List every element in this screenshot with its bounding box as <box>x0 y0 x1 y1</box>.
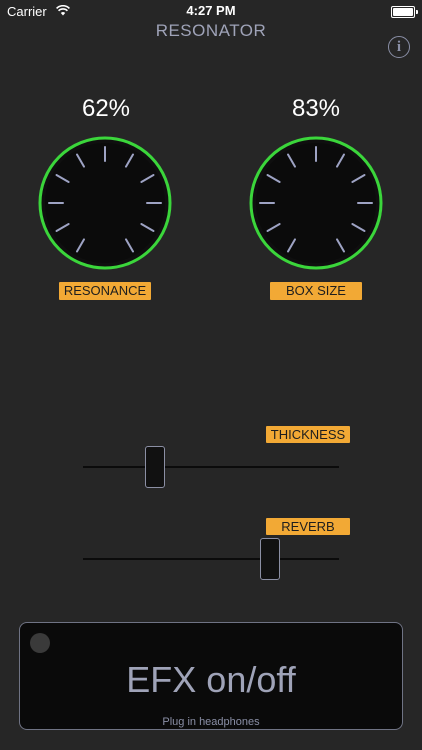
status-bar: Carrier 4:27 PM <box>0 0 422 22</box>
efx-label: EFX on/off <box>126 659 296 700</box>
thickness-slider-track[interactable] <box>83 466 339 468</box>
resonance-label: RESONANCE <box>59 282 151 300</box>
box-size-label: BOX SIZE <box>270 282 362 300</box>
box-size-value: 83% <box>291 95 341 122</box>
resonance-value: 62% <box>81 95 131 122</box>
efx-status-indicator <box>30 633 50 653</box>
app-title: RESONATOR <box>155 21 267 40</box>
reverb-slider-track[interactable] <box>83 558 339 560</box>
info-button[interactable]: i <box>388 36 410 58</box>
resonance-knob[interactable] <box>37 135 173 271</box>
reverb-slider-thumb[interactable] <box>259 538 280 580</box>
box-size-knob[interactable] <box>248 135 384 271</box>
thickness-label: THICKNESS <box>266 426 350 443</box>
status-time: 4:27 PM <box>186 3 236 18</box>
battery-icon <box>391 6 418 18</box>
efx-toggle-button[interactable]: EFX on/off Plug in headphones <box>19 622 403 730</box>
thickness-slider-thumb[interactable] <box>144 446 165 488</box>
headphones-hint: Plug in headphones <box>162 716 260 728</box>
reverb-label: REVERB <box>266 518 350 535</box>
